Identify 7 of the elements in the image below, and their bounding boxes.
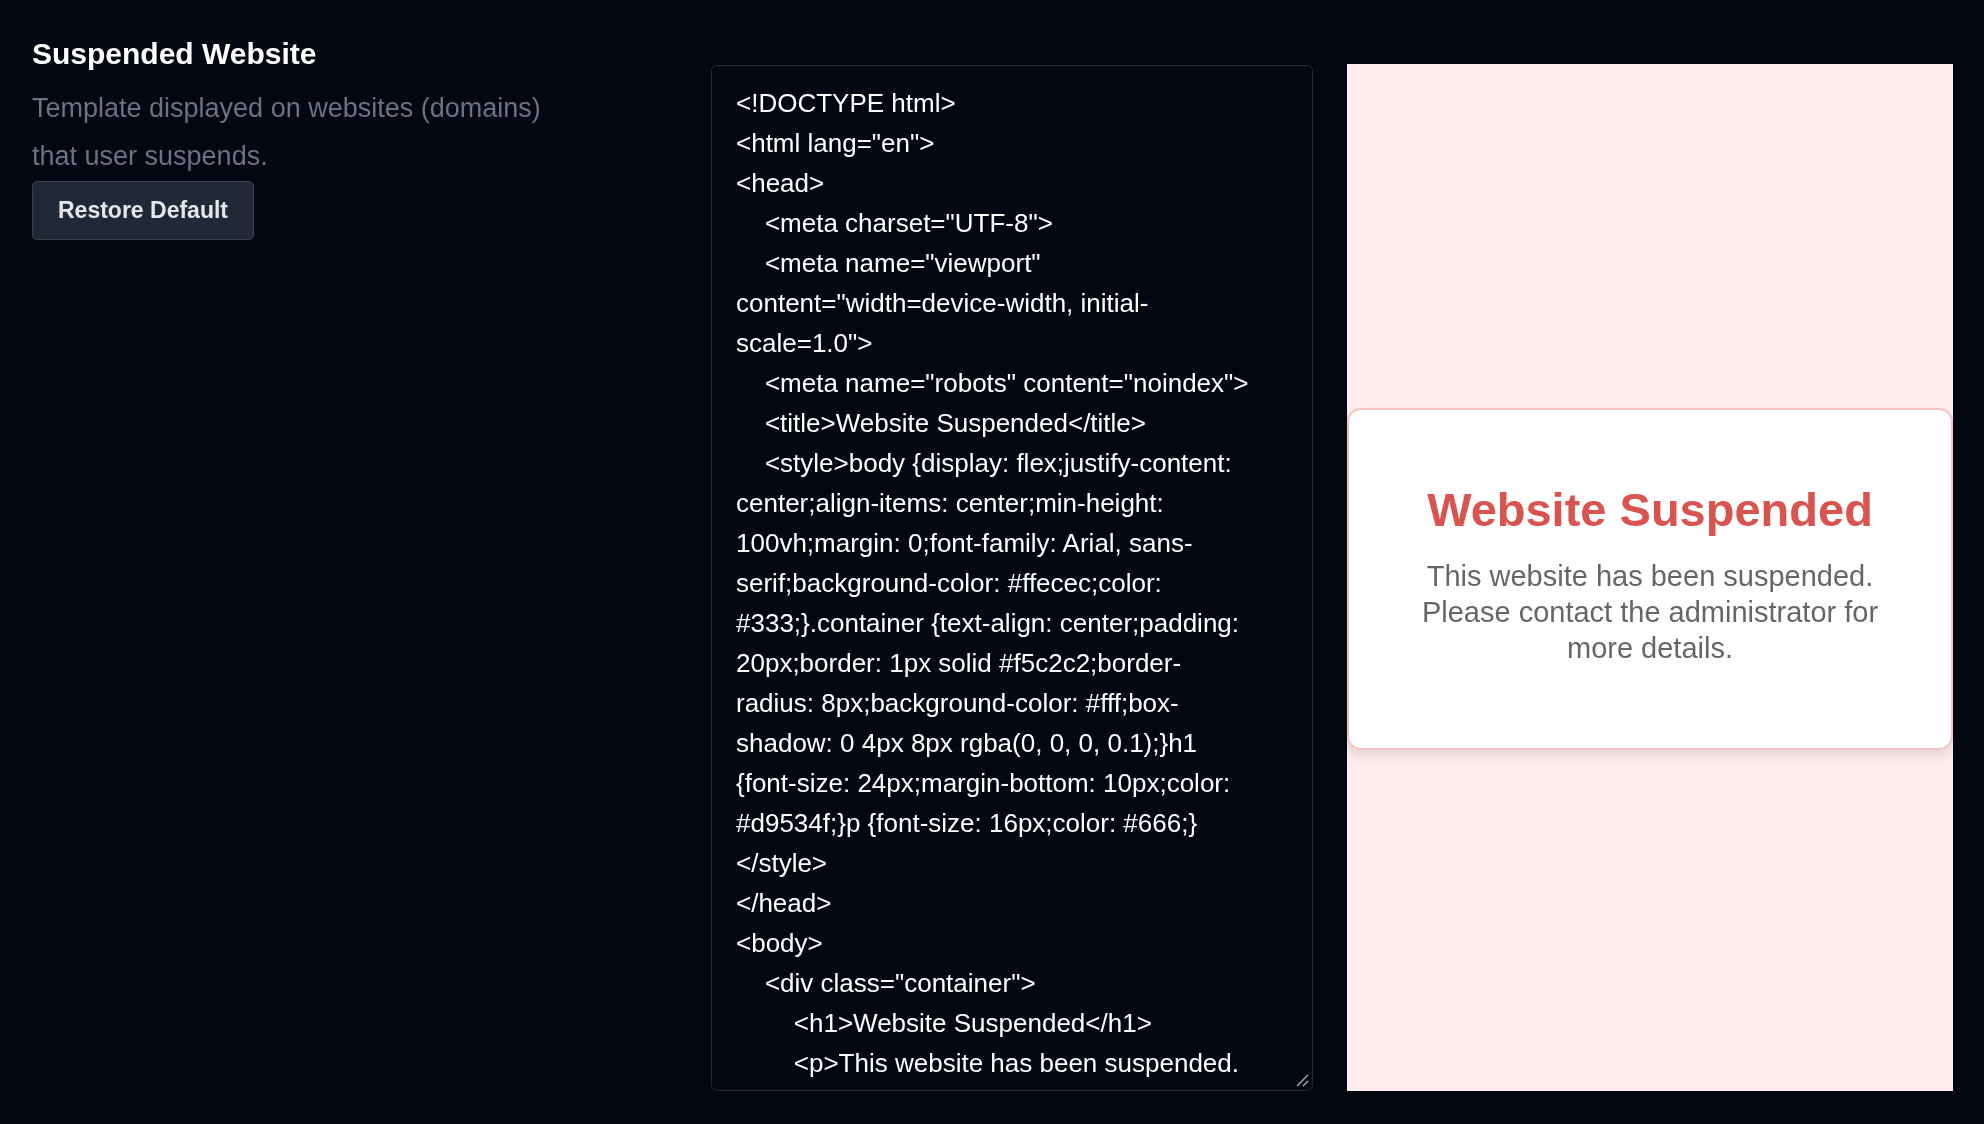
resize-handle-icon[interactable]	[1295, 1073, 1309, 1087]
restore-default-button[interactable]: Restore Default	[32, 181, 254, 240]
preview-heading: Website Suspended	[1427, 481, 1873, 538]
section-title: Suspended Website	[32, 36, 318, 72]
preview-message: This website has been suspended. Please contact the administrator for more details.	[1420, 558, 1880, 666]
section-description: Template displayed on websites (domains) that user suspends.	[32, 92, 542, 173]
code-editor-field[interactable]: <!DOCTYPE html> <html lang="en"> <head> <meta charset="UTF-8"> <meta name="viewport" content="width=device-width, initial- scale=1.0"> <meta name="robots" content="noindex"> <title>Website Suspended</title> <style>body {display: flex;justify-content: center;align-items: center;min-height: 100vh;margin: 0;font-family: Arial, sans- serif;background-color: #ffecec;color: #333;}.container {text-align: center;padding: 20px;border: 1px solid #f5c2c2;border- radius: 8px;background-color: #fff;box- shadow: 0 4px 8px rgba(0, 0, 0, 0.1);}h1 {font-size: 24px;margin-bottom: 10px;color: #d9534f;}p {font-size: 16px;color: #666;} </style> </head> <body> <div class="container"> <h1>Website Suspended</h1> <p>This website has been suspended.	[711, 65, 1313, 1091]
